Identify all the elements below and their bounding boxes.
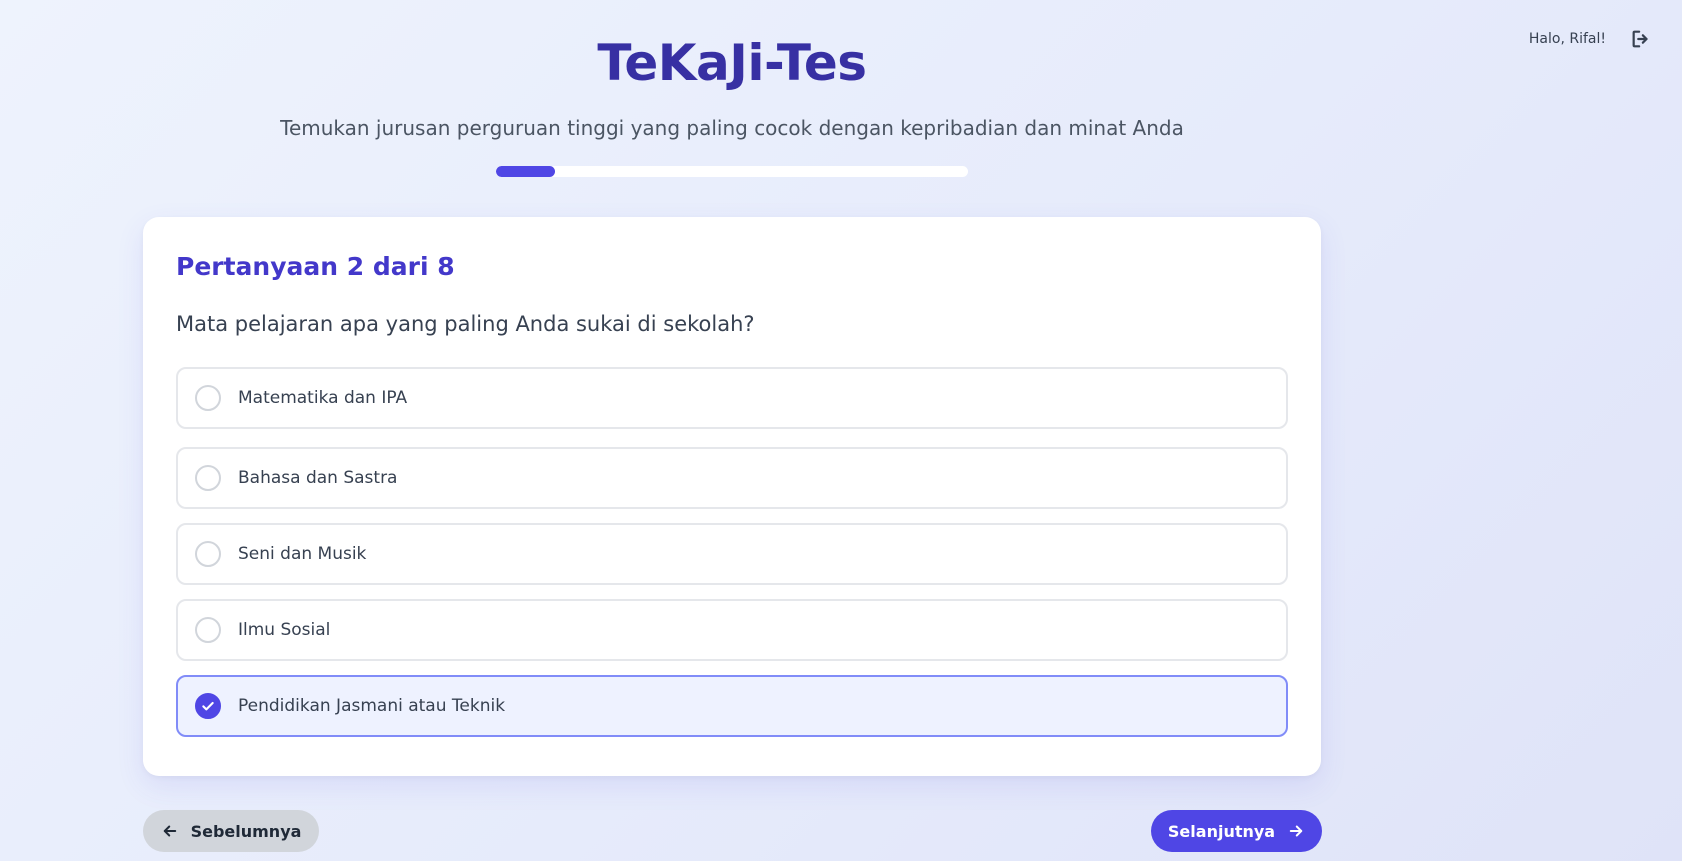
radio-button[interactable] [195,385,221,411]
answer-option-label: Ilmu Sosial [238,620,331,640]
question-card: Pertanyaan 2 dari 8 Mata pelajaran apa y… [143,217,1321,776]
radio-button[interactable] [195,617,221,643]
user-greeting: Halo, Rifal! [1528,31,1606,47]
answer-option[interactable]: Ilmu Sosial [176,599,1288,661]
page-title: TeKaJi-Tes [597,34,867,92]
arrow-left-icon [163,825,176,837]
question-text: Mata pelajaran apa yang paling Anda suka… [176,312,755,336]
next-button-label: Selanjutnya [1167,821,1276,841]
previous-button-label: Sebelumnya [190,821,302,841]
arrow-right-icon [1289,825,1303,837]
answer-option[interactable]: Matematika dan IPA [176,367,1288,429]
page-subtitle: Temukan jurusan perguruan tinggi yang pa… [280,116,1184,140]
logout-button[interactable] [1628,26,1654,52]
answer-option[interactable]: Pendidikan Jasmani atau Teknik [176,675,1288,737]
logout-icon [1632,30,1648,48]
radio-button[interactable] [195,541,221,567]
answer-option-label: Seni dan Musik [238,544,367,564]
question-counter: Pertanyaan 2 dari 8 [176,252,455,281]
progress-bar-fill [496,166,555,177]
header: TeKaJi-Tes Temukan jurusan perguruan tin… [0,0,1464,177]
answer-option-label: Matematika dan IPA [238,388,408,408]
progress-bar [496,166,968,177]
answer-option[interactable]: Seni dan Musik [176,523,1288,585]
radio-button[interactable] [195,693,221,719]
answer-options: Matematika dan IPA Bahasa dan Sastra Sen… [176,367,1288,751]
user-bar: Halo, Rifal! [1529,26,1654,52]
radio-button[interactable] [195,465,221,491]
answer-option[interactable]: Bahasa dan Sastra [176,447,1288,509]
check-icon [202,701,214,711]
next-button[interactable]: Selanjutnya [1151,810,1322,852]
answer-option-label: Bahasa dan Sastra [238,468,398,488]
previous-button[interactable]: Sebelumnya [143,810,319,852]
answer-option-label: Pendidikan Jasmani atau Teknik [238,696,506,716]
